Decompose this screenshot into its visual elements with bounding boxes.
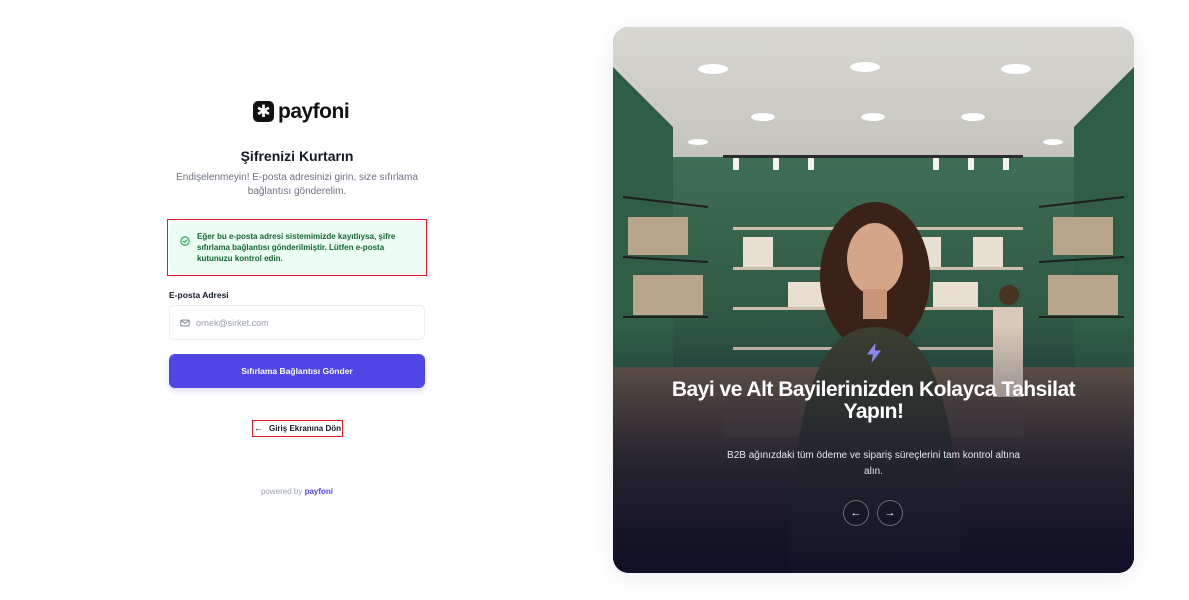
logo-text: payfoni: [278, 100, 350, 123]
check-circle-icon: [180, 236, 190, 246]
back-link-label: Giriş Ekranına Dön: [268, 424, 342, 433]
recovery-panel: ✱ payfoni Şifrenizi Kurtarın Endişelenme…: [0, 0, 594, 600]
lightning-bolt-icon: [867, 343, 881, 363]
powered-by-prefix: powered by: [260, 487, 303, 496]
page-subtitle: Endişelenmeyin! E-posta adresinizi girin…: [176, 172, 418, 197]
arrow-right-icon: →: [884, 507, 896, 519]
success-alert: Eğer bu e-posta adresi sistemimizde kayı…: [167, 219, 427, 276]
alert-message: Eğer bu e-posta adresi sistemimizde kayı…: [197, 232, 396, 263]
promo-slide: Bayi ve Alt Bayilerinizden Kolayca Tahsi…: [613, 27, 1134, 573]
powered-by: powered by payfoni: [169, 487, 425, 496]
asterisk-logo-icon: ✱: [253, 101, 274, 122]
send-reset-link-button[interactable]: Sıfırlama Bağlantısı Gönder: [169, 354, 425, 388]
email-field[interactable]: [169, 305, 425, 340]
page-title: Şifrenizi Kurtarın: [240, 148, 354, 164]
arrow-left-icon: ←: [253, 423, 263, 433]
mail-icon: [180, 319, 190, 326]
slide-next-button[interactable]: →: [877, 500, 903, 526]
payfoni-logo: ✱ payfoni: [253, 100, 350, 123]
slide-gradient-overlay: [613, 27, 1134, 573]
email-input[interactable]: [196, 317, 406, 328]
arrow-left-icon: ←: [850, 507, 862, 519]
back-to-login-link[interactable]: ← Giriş Ekranına Dön: [252, 420, 343, 437]
powered-by-brand[interactable]: payfoni: [305, 487, 333, 496]
slide-description: B2B ağınızdaki tüm ödeme ve sipariş süre…: [727, 450, 1020, 477]
slide-title: Bayi ve Alt Bayilerinizden Kolayca Tahsi…: [671, 378, 1076, 423]
email-label: E-posta Adresi: [169, 290, 229, 300]
slide-prev-button[interactable]: ←: [843, 500, 869, 526]
